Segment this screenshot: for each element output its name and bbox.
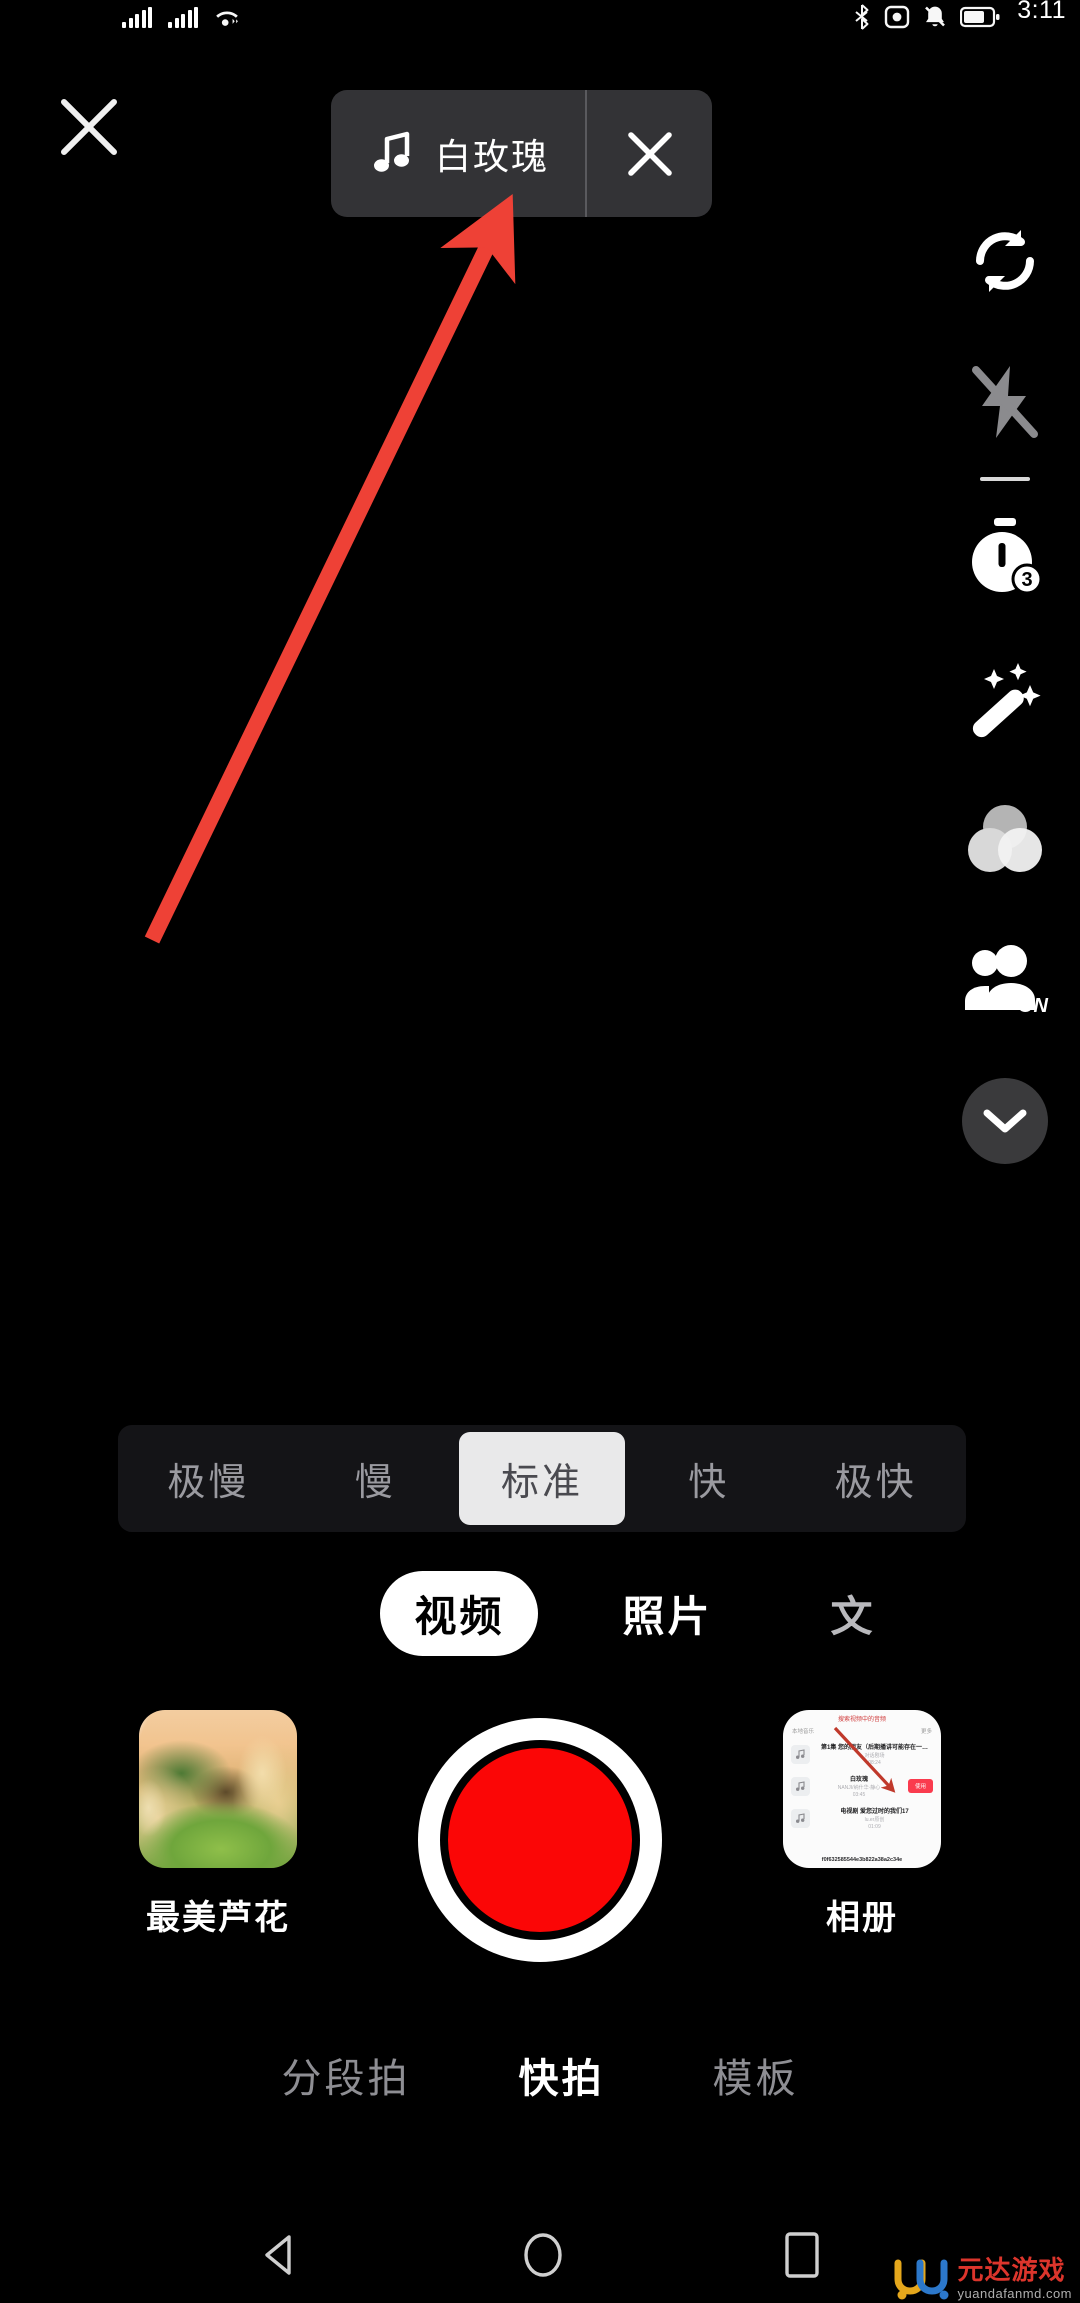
selected-music-chip: 白玫瑰 bbox=[331, 90, 713, 217]
alarm-icon bbox=[884, 5, 910, 29]
flash-toggle-button[interactable] bbox=[930, 331, 1080, 472]
wifi-icon bbox=[216, 11, 238, 26]
recents-button[interactable] bbox=[779, 2228, 825, 2287]
signal-bars-icon bbox=[122, 6, 152, 28]
watermark-logo-icon bbox=[894, 2259, 949, 2300]
record-button-core bbox=[448, 1748, 632, 1932]
watermark-brand: 元达游戏 bbox=[957, 2254, 1066, 2285]
record-button[interactable] bbox=[418, 1718, 662, 1962]
speed-option-2[interactable]: 标准 bbox=[458, 1432, 626, 1525]
capture-mode-tabs: 视频 照片 文 bbox=[0, 1565, 1080, 1661]
record-button-ring bbox=[440, 1740, 640, 1940]
magic-wand-icon bbox=[972, 662, 1041, 737]
svg-text:ON: ON bbox=[1018, 995, 1049, 1016]
recents-square-icon bbox=[785, 2231, 819, 2278]
home-button[interactable] bbox=[517, 2227, 569, 2288]
status-bar-clock: 3:11 bbox=[1017, 0, 1066, 24]
svg-text:3: 3 bbox=[1021, 569, 1032, 591]
expand-tools-circle bbox=[962, 1077, 1048, 1164]
bell-mute-icon bbox=[925, 6, 946, 27]
back-button[interactable] bbox=[255, 2229, 307, 2286]
multi-person-button[interactable]: ON bbox=[930, 909, 1080, 1050]
speed-option-1[interactable]: 慢 bbox=[292, 1432, 459, 1525]
close-camera-button[interactable] bbox=[58, 96, 120, 158]
camera-capture-screen: 3:11 白玫瑰 3 ON 极慢 慢 标准 快 极快 视频 照片 文 最美芦花 … bbox=[0, 0, 1080, 2303]
signal-bars-icon-2 bbox=[168, 6, 198, 28]
top-bar: 白玫瑰 bbox=[0, 34, 1080, 217]
tab-video[interactable]: 视频 bbox=[380, 1570, 539, 1656]
watermark-text: 元达游戏 yuandafanmd.com bbox=[958, 2257, 1072, 2300]
beauty-button[interactable] bbox=[930, 627, 1080, 768]
reed-landscape-thumbnail bbox=[139, 1710, 297, 1868]
flip-camera-button[interactable] bbox=[930, 190, 1080, 331]
watermark: 元达游戏 yuandafanmd.com bbox=[892, 2255, 1072, 2301]
home-circle-icon bbox=[524, 2232, 562, 2277]
speed-option-4[interactable]: 极快 bbox=[792, 1432, 959, 1525]
nav-segment-shoot[interactable]: 分段拍 bbox=[282, 2046, 411, 2104]
remove-music-button[interactable] bbox=[587, 90, 712, 217]
timer-button[interactable]: 3 bbox=[930, 486, 1080, 627]
timer-icon: 3 bbox=[972, 517, 1043, 594]
capture-type-nav: 分段拍 快拍 模板 bbox=[0, 2030, 1080, 2120]
album-thumbnail: 搜索视频中的音频 本地音乐 更多 第1集 您的朋友（后期播讲可能存在一… 对话剧… bbox=[783, 1710, 941, 1868]
effect-label: 最美芦花 bbox=[146, 1899, 290, 1937]
effect-shortcut[interactable]: 最美芦花 bbox=[103, 1710, 333, 1939]
people-on-icon: ON bbox=[965, 944, 1049, 1016]
tab-text[interactable]: 文 bbox=[797, 1571, 910, 1656]
album-thumb-annotation-arrow bbox=[833, 1726, 896, 1793]
camera-flip-icon bbox=[976, 229, 1034, 292]
expand-tools-button[interactable] bbox=[930, 1050, 1080, 1191]
music-list-screenshot-thumbnail: 搜索视频中的音频 本地音乐 更多 第1集 您的朋友（后期播讲可能存在一… 对话剧… bbox=[783, 1710, 941, 1868]
album-shortcut[interactable]: 搜索视频中的音频 本地音乐 更多 第1集 您的朋友（后期播讲可能存在一… 对话剧… bbox=[747, 1710, 977, 1939]
status-bar-left bbox=[122, 6, 240, 28]
chevron-down-icon bbox=[983, 1109, 1027, 1132]
flash-off-icon bbox=[972, 365, 1038, 438]
tab-photo[interactable]: 照片 bbox=[588, 1571, 746, 1656]
music-note-icon bbox=[374, 131, 410, 172]
effect-thumbnail bbox=[139, 1710, 297, 1868]
speed-selector: 极慢 慢 标准 快 极快 bbox=[118, 1425, 966, 1532]
filter-button[interactable] bbox=[930, 768, 1080, 909]
rail-divider bbox=[930, 472, 1080, 486]
music-select-button[interactable]: 白玫瑰 bbox=[331, 90, 585, 217]
battery-icon bbox=[960, 6, 1000, 28]
nav-quick-shoot[interactable]: 快拍 bbox=[519, 2046, 605, 2104]
bluetooth-icon bbox=[855, 4, 869, 30]
watermark-url: yuandafanmd.com bbox=[957, 2285, 1072, 2301]
speed-option-3[interactable]: 快 bbox=[625, 1432, 792, 1525]
camera-tools-rail: 3 ON bbox=[930, 190, 1080, 1191]
nav-template[interactable]: 模板 bbox=[713, 2046, 799, 2104]
album-label: 相册 bbox=[826, 1899, 898, 1937]
close-icon bbox=[61, 99, 117, 155]
filter-circles-icon bbox=[968, 804, 1042, 872]
status-bar: 3:11 bbox=[0, 0, 1080, 34]
close-icon bbox=[627, 131, 672, 176]
music-title: 白玫瑰 bbox=[435, 135, 550, 177]
speed-option-0[interactable]: 极慢 bbox=[125, 1432, 292, 1525]
status-bar-right: 3:11 bbox=[853, 0, 1066, 32]
back-triangle-icon bbox=[265, 2234, 291, 2275]
capture-row: 最美芦花 搜索视频中的音频 本地音乐 更多 第1集 您的朋友（后期播讲可能存在一… bbox=[0, 1710, 1080, 1970]
